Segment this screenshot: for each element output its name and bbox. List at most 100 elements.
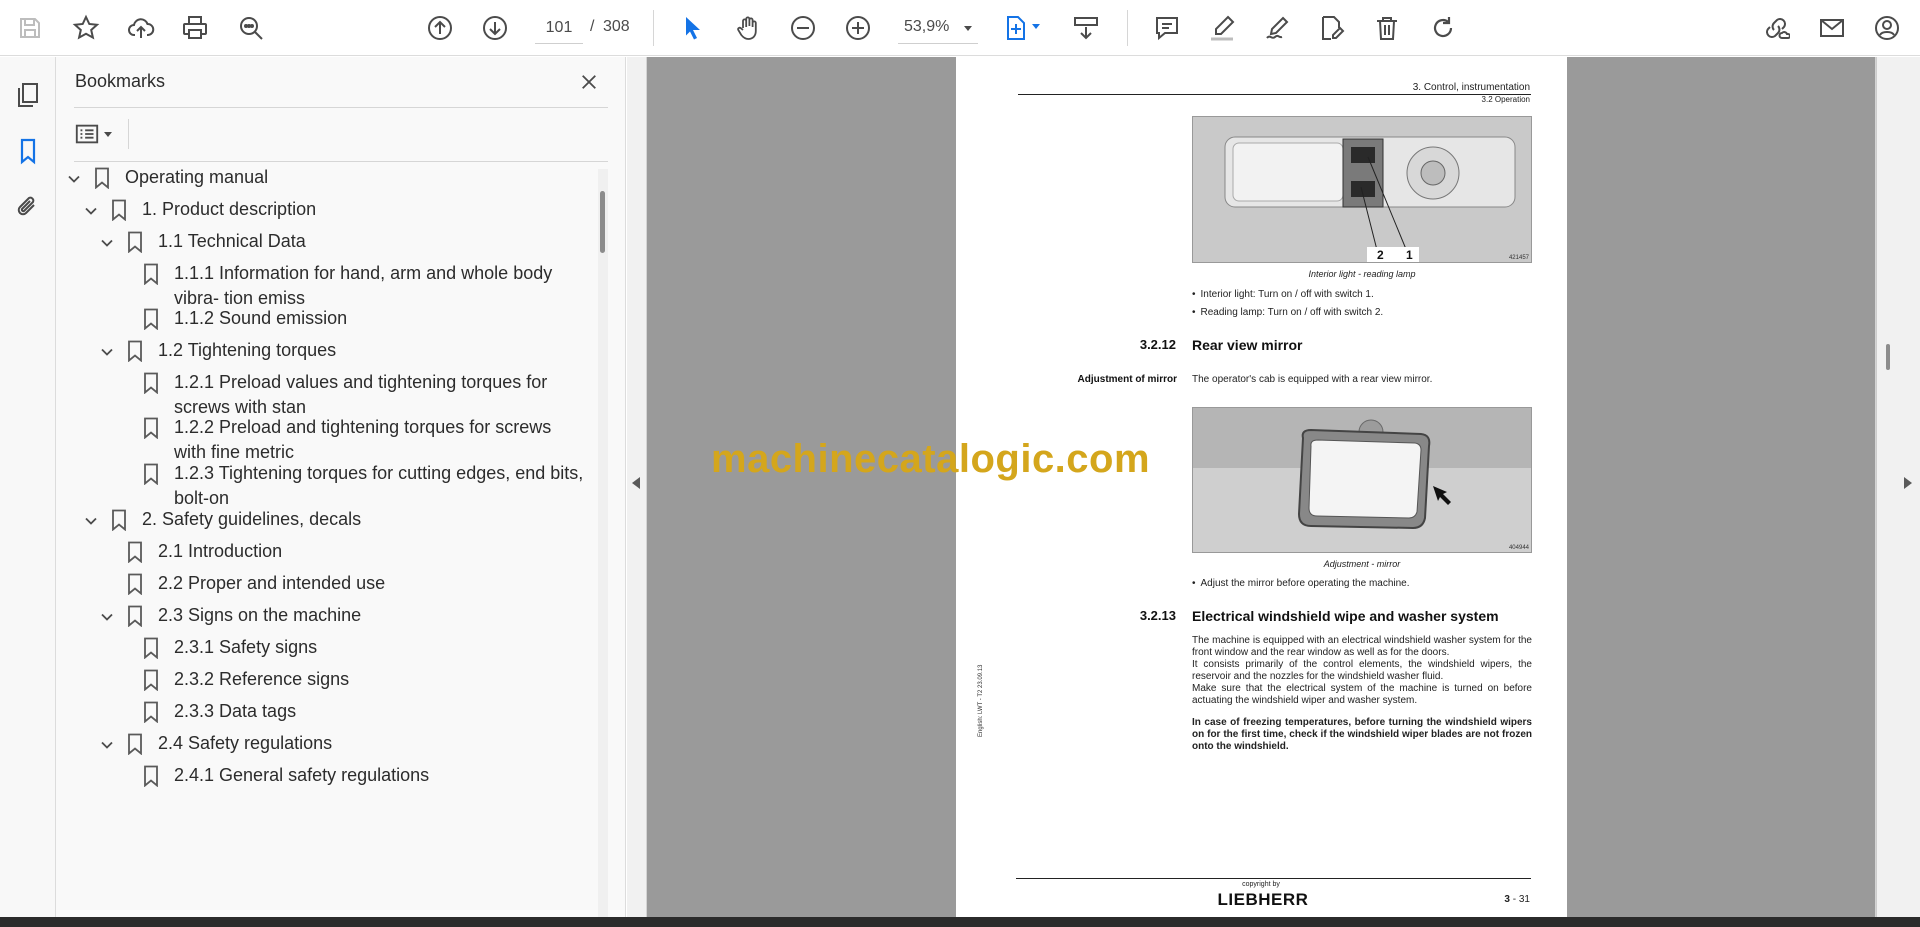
bookmark-label[interactable]: 2.4.1 General safety regulations — [174, 763, 429, 788]
bookmark-icon — [124, 539, 146, 565]
draw-icon[interactable] — [1259, 10, 1295, 46]
bookmark-label[interactable]: 1.1 Technical Data — [158, 229, 306, 254]
bookmark-label[interactable]: 1.2.2 Preload and tightening torques for… — [174, 415, 551, 440]
bookmark-label[interactable]: 1.1.1 Information for hand, arm and whol… — [174, 261, 552, 286]
zoom-out-icon[interactable] — [785, 10, 821, 46]
star-icon[interactable] — [68, 10, 104, 46]
divider — [1876, 57, 1877, 917]
bookmark-label[interactable]: 2.1 Introduction — [158, 539, 282, 564]
chevron-down-icon[interactable] — [63, 168, 85, 190]
chevron-down-icon[interactable] — [96, 606, 118, 628]
bookmark-label[interactable]: 2.3.3 Data tags — [174, 699, 296, 724]
attachment-icon[interactable] — [10, 189, 46, 225]
print-icon[interactable] — [177, 10, 213, 46]
figure-number: 421457 — [1508, 255, 1529, 261]
bookmark-options-button[interactable] — [74, 117, 122, 151]
bookmark-label[interactable]: 1.1.2 Sound emission — [174, 306, 347, 331]
upload-cloud-icon[interactable] — [123, 10, 159, 46]
bookmark-label-group: 1. Product description — [130, 197, 316, 222]
page-number-input[interactable] — [535, 12, 583, 44]
previous-page-icon[interactable] — [422, 10, 458, 46]
bookmark-item[interactable]: 1.2 Tightening torques — [96, 338, 336, 364]
bookmark-item[interactable]: 1.1.1 Information for hand, arm and whol… — [112, 261, 552, 311]
bookmark-label[interactable]: 2.3 Signs on the machine — [158, 603, 361, 628]
chevron-down-icon[interactable] — [96, 734, 118, 756]
scrolling-mode-icon[interactable] — [1068, 10, 1104, 46]
bookmark-item[interactable]: 2.3.2 Reference signs — [112, 667, 349, 693]
bookmark-label[interactable]: 1.2 Tightening torques — [158, 338, 336, 363]
document-scrollbar-thumb[interactable] — [1886, 344, 1890, 370]
bookmark-icon — [108, 197, 130, 223]
save-icon[interactable] — [12, 10, 48, 46]
bookmark-item[interactable]: 1. Product description — [80, 197, 316, 223]
bookmark-label[interactable]: 1.2.3 Tightening torques for cutting edg… — [174, 461, 583, 486]
panel-title: Bookmarks — [75, 71, 166, 91]
bookmark-label[interactable]: 2.2 Proper and intended use — [158, 571, 385, 596]
edit-text-icon[interactable] — [1314, 10, 1350, 46]
select-cursor-icon[interactable] — [674, 10, 710, 46]
toolbar-separator — [1127, 10, 1128, 46]
bookmark-item[interactable]: 2.3.3 Data tags — [112, 699, 296, 725]
bookmark-item[interactable]: 1.2.2 Preload and tightening torques for… — [112, 415, 551, 465]
bookmark-item[interactable]: 1.1.2 Sound emission — [112, 306, 347, 332]
highlight-icon[interactable] — [1204, 10, 1240, 46]
chevron-down-icon — [964, 26, 972, 31]
find-icon[interactable] — [233, 10, 269, 46]
section-number: 3.2.13 — [1139, 608, 1176, 623]
chevron-down-icon[interactable] — [96, 232, 118, 254]
bookmark-label-group: 1.2 Tightening torques — [146, 338, 336, 363]
email-icon[interactable] — [1814, 10, 1850, 46]
paragraph: The machine is equipped with an electric… — [1192, 635, 1532, 658]
bookmark-item[interactable]: 2.3.1 Safety signs — [112, 635, 317, 661]
panel-scrollbar[interactable] — [598, 169, 608, 917]
bookmark-item[interactable]: 2.1 Introduction — [96, 539, 282, 565]
bookmark-item[interactable]: 1.2.1 Preload values and tightening torq… — [112, 370, 547, 420]
bookmark-icon — [140, 461, 162, 487]
page-header-section: 3.2 Operation — [1481, 95, 1530, 104]
zoom-level-dropdown[interactable]: 53,9% — [898, 12, 978, 44]
page-fit-icon[interactable] — [998, 10, 1040, 46]
close-icon[interactable] — [574, 67, 604, 97]
bookmark-label-group: 1.2.1 Preload values and tightening torq… — [162, 370, 547, 420]
zoom-in-icon[interactable] — [840, 10, 876, 46]
hand-tool-icon[interactable] — [730, 10, 766, 46]
bookmark-item[interactable]: 1.1 Technical Data — [96, 229, 306, 255]
next-page-icon[interactable] — [477, 10, 513, 46]
bookmark-item[interactable]: 2.4 Safety regulations — [96, 731, 332, 757]
redo-icon[interactable] — [1425, 10, 1461, 46]
share-link-icon[interactable] — [1758, 10, 1794, 46]
right-panel-strip — [1875, 57, 1920, 917]
chevron-down-icon[interactable] — [80, 510, 102, 532]
bookmark-panel-icon[interactable] — [10, 133, 46, 169]
bookmark-item[interactable]: 2.4.1 General safety regulations — [112, 763, 429, 789]
comment-icon[interactable] — [1149, 10, 1185, 46]
bookmark-label[interactable]: Operating manual — [125, 165, 268, 190]
user-add-icon[interactable] — [1869, 10, 1905, 46]
scrollbar-thumb[interactable] — [600, 191, 605, 253]
bookmark-label[interactable]: 2.4 Safety regulations — [158, 731, 332, 756]
document-viewport[interactable]: 3. Control, instrumentation 3.2 Operatio… — [627, 57, 1920, 917]
collapse-panel-arrow-icon[interactable] — [632, 477, 640, 489]
bookmark-item[interactable]: 1.2.3 Tightening torques for cutting edg… — [112, 461, 583, 511]
bookmark-item[interactable]: 2. Safety guidelines, decals — [80, 507, 361, 533]
pdf-reader-window: / 308 53,9% — [0, 0, 1920, 927]
bookmark-label[interactable]: 2.3.2 Reference signs — [174, 667, 349, 692]
chevron-down-icon[interactable] — [80, 200, 102, 222]
bookmark-label[interactable]: 2. Safety guidelines, decals — [142, 507, 361, 532]
bookmark-label[interactable]: 1.2.1 Preload values and tightening torq… — [174, 370, 547, 395]
bookmark-item[interactable]: 2.3 Signs on the machine — [96, 603, 361, 629]
bookmark-icon — [140, 635, 162, 661]
page-thumbnails-icon[interactable] — [10, 77, 46, 113]
bookmark-label[interactable]: 1. Product description — [142, 197, 316, 222]
delete-icon[interactable] — [1369, 10, 1405, 46]
expand-right-panel-arrow-icon[interactable] — [1904, 477, 1912, 489]
bookmark-item[interactable]: Operating manual — [63, 165, 268, 191]
chevron-down-icon[interactable] — [96, 341, 118, 363]
bookmark-item[interactable]: 2.2 Proper and intended use — [96, 571, 385, 597]
bookmark-label[interactable]: 2.3.1 Safety signs — [174, 635, 317, 660]
bookmark-label-group: 2. Safety guidelines, decals — [130, 507, 361, 532]
figure-interior-light: 2 1 421457 — [1192, 116, 1532, 263]
